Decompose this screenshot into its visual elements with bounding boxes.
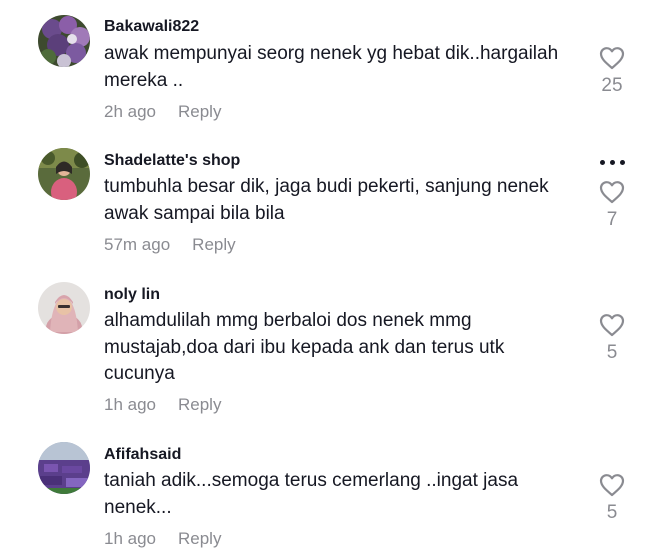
like-count: 5 — [606, 502, 618, 523]
like-count: 25 — [601, 75, 623, 96]
avatar[interactable] — [38, 148, 90, 200]
avatar-image — [38, 15, 90, 67]
more-dot — [620, 160, 625, 165]
heart-outline-icon — [599, 47, 625, 70]
comment-username[interactable]: Shadelatte's shop — [104, 151, 240, 171]
more-horizontal-icon[interactable] — [598, 160, 628, 168]
reply-button[interactable]: Reply — [192, 235, 235, 254]
comment-timestamp: 57m ago — [104, 235, 171, 254]
comment-meta: 1h ago Reply — [104, 395, 221, 415]
reply-button[interactable]: Reply — [178, 395, 221, 414]
like-button[interactable]: 5 — [590, 473, 634, 523]
reply-button[interactable]: Reply — [178, 102, 221, 121]
reply-button[interactable]: Reply — [178, 529, 221, 548]
comment-text: awak mempunyai seorg nenek yg hebat dik.… — [104, 43, 559, 91]
comment-text: alhamdulilah mmg berbaloi dos nenek mmg … — [104, 310, 505, 384]
like-button[interactable]: 25 — [590, 46, 634, 96]
comment-meta: 57m ago Reply — [104, 235, 236, 255]
avatar[interactable] — [38, 442, 90, 494]
comment-username[interactable]: noly lin — [104, 285, 160, 305]
like-button[interactable]: 7 — [590, 180, 634, 230]
heart-outline-icon — [599, 474, 625, 497]
more-dot — [610, 160, 615, 165]
comment-timestamp: 1h ago — [104, 395, 156, 414]
avatar-image — [38, 148, 90, 200]
avatar[interactable] — [38, 15, 90, 67]
comment-username[interactable]: Afifahsaid — [104, 445, 181, 465]
comment-timestamp: 1h ago — [104, 529, 156, 548]
comment-text: tumbuhla besar dik, jaga budi pekerti, s… — [104, 176, 549, 224]
like-count: 7 — [606, 209, 618, 230]
comment-timestamp: 2h ago — [104, 102, 156, 121]
avatar[interactable] — [38, 282, 90, 334]
more-dot — [600, 160, 605, 165]
comment-meta: 1h ago Reply — [104, 529, 221, 549]
comment-text: taniah adik...semoga terus cemerlang ..i… — [104, 470, 519, 518]
comment-meta: 2h ago Reply — [104, 102, 221, 122]
heart-outline-icon — [599, 181, 625, 204]
like-count: 5 — [606, 342, 618, 363]
like-button[interactable]: 5 — [590, 313, 634, 363]
avatar-image — [38, 442, 90, 494]
comment-username[interactable]: Bakawali822 — [104, 17, 199, 37]
heart-outline-icon — [599, 314, 625, 337]
avatar-image — [38, 282, 90, 334]
